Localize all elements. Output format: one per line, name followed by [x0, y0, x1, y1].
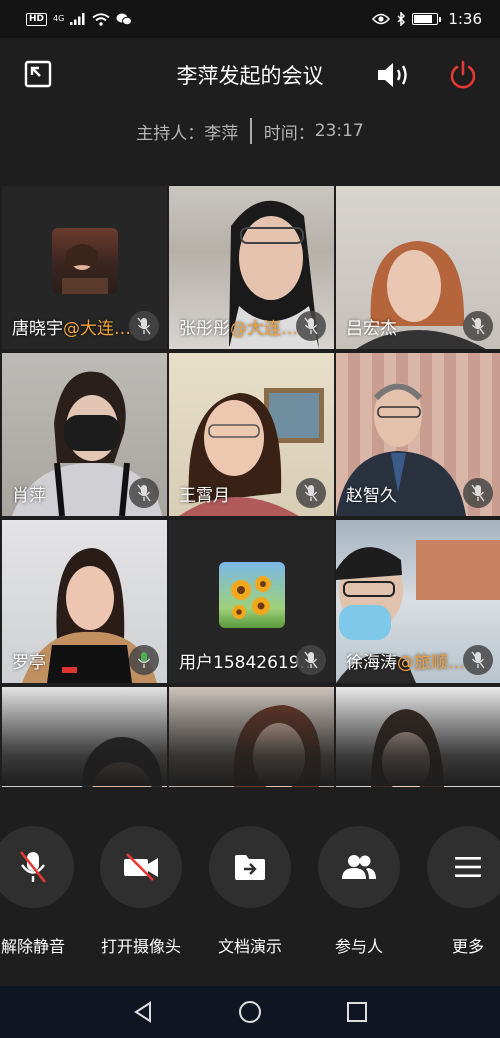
recents-icon[interactable] — [345, 1000, 369, 1024]
time-value: 23:17 — [314, 121, 364, 141]
camera-off-icon[interactable] — [100, 826, 182, 908]
avatar — [51, 227, 118, 294]
more-button[interactable]: 更多 — [413, 826, 500, 957]
mic-off-icon — [463, 645, 493, 675]
mic-off-icon — [296, 311, 326, 341]
participant-name: 张彤彤@大连… — [179, 319, 298, 339]
participant-tile[interactable]: 用户15842619… — [169, 520, 334, 683]
host-label: 主持人： — [136, 123, 205, 144]
signal-icon — [70, 13, 85, 25]
status-bar: HD 4G 1:36 — [0, 0, 500, 38]
meta-divider — [250, 118, 252, 144]
folder-share-icon[interactable] — [209, 826, 291, 908]
unmute-label: 解除静音 — [0, 937, 65, 956]
camera-label: 打开摄像头 — [100, 937, 181, 956]
hd-badge: HD — [26, 12, 48, 26]
participant-name: 徐海涛@旅顺… — [346, 653, 465, 673]
participant-tile[interactable]: 唐晓宇@大连… — [2, 186, 167, 349]
share-doc-button[interactable]: 文档演示 — [195, 826, 305, 957]
mic-off-icon[interactable] — [0, 826, 74, 908]
host-name: 李萍 — [204, 123, 239, 144]
participant-name: 罗亭 — [12, 653, 46, 673]
mic-off-icon — [296, 645, 326, 675]
unmute-button[interactable]: 解除静音 — [0, 826, 88, 957]
mic-off-icon — [463, 478, 493, 508]
participants-button[interactable]: 参与人 — [304, 826, 414, 957]
mic-off-icon — [463, 311, 493, 341]
power-icon[interactable] — [448, 60, 478, 90]
network-label: 4G — [53, 14, 65, 23]
status-right: 1:36 — [372, 10, 482, 28]
people-icon[interactable] — [318, 826, 400, 908]
participant-name: 赵智久 — [346, 486, 397, 506]
grid-fade — [0, 686, 500, 786]
eye-icon — [372, 13, 391, 25]
system-nav-bar — [0, 986, 500, 1038]
status-time: 1:36 — [448, 10, 482, 28]
meeting-toolbar: 解除静音 打开摄像头 文档演示 参与人 更多 — [0, 826, 500, 966]
camera-button[interactable]: 打开摄像头 — [86, 826, 196, 957]
participants-label: 参与人 — [334, 937, 383, 956]
wechat-icon — [116, 13, 133, 25]
share-doc-label: 文档演示 — [217, 937, 282, 956]
mic-off-icon — [129, 311, 159, 341]
back-icon[interactable] — [131, 1000, 155, 1024]
mic-off-icon — [296, 478, 326, 508]
participant-name: 吕宏杰 — [346, 319, 397, 339]
mic-on-icon — [129, 645, 159, 675]
meeting-title: 李萍发起的会议 — [176, 64, 324, 88]
battery-icon — [412, 13, 442, 25]
participant-name: 王霄月 — [179, 486, 230, 506]
avatar — [218, 561, 285, 628]
meeting-meta: 主持人： 李萍 时间： 23:17 — [0, 118, 500, 144]
speaker-icon[interactable] — [376, 60, 410, 90]
status-left: HD 4G — [26, 12, 133, 26]
more-label: 更多 — [451, 937, 484, 956]
participant-tile[interactable]: 肖萍 — [2, 353, 167, 516]
home-icon[interactable] — [237, 999, 263, 1025]
participant-tile[interactable]: 吕宏杰 — [336, 186, 500, 349]
participant-tile[interactable]: 王霄月 — [169, 353, 334, 516]
participant-name: 肖萍 — [12, 486, 46, 506]
bluetooth-icon — [397, 12, 406, 26]
participant-name: 唐晓宇@大连… — [12, 319, 131, 339]
participant-tile[interactable]: 张彤彤@大连… — [169, 186, 334, 349]
participant-tile[interactable]: 徐海涛@旅顺… — [336, 520, 500, 683]
time-label: 时间： — [263, 123, 315, 144]
mic-off-icon — [129, 478, 159, 508]
wifi-icon — [92, 12, 110, 26]
participant-tile[interactable]: 罗亭 — [2, 520, 167, 683]
participant-tile[interactable]: 赵智久 — [336, 353, 500, 516]
menu-icon[interactable] — [427, 826, 500, 908]
meeting-header: 李萍发起的会议 主持人： 李萍 时间： 23:17 — [0, 38, 500, 186]
